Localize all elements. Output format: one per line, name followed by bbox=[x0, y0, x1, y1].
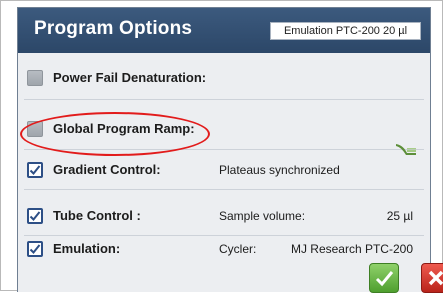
tube-checkbox[interactable] bbox=[27, 208, 43, 224]
x-icon bbox=[428, 270, 443, 286]
checkmark-icon bbox=[375, 271, 394, 287]
option-row-gradient: Gradient Control: Plateaus synchronized bbox=[18, 143, 430, 190]
option-row-power-fail: Power Fail Denaturation: bbox=[18, 53, 430, 100]
checkmark-icon bbox=[29, 244, 41, 254]
ok-button[interactable] bbox=[369, 263, 399, 293]
gradient-label: Gradient Control: bbox=[53, 162, 161, 177]
emulation-checkbox[interactable] bbox=[27, 241, 43, 257]
emulation-badge: Emulation PTC-200 20 µl bbox=[270, 22, 421, 40]
global-ramp-label: Global Program Ramp: bbox=[53, 121, 195, 136]
cycler-value[interactable]: MJ Research PTC-200 bbox=[291, 242, 413, 256]
window-frame: Program Options Emulation PTC-200 20 µl … bbox=[0, 0, 443, 293]
global-ramp-checkbox[interactable] bbox=[27, 121, 43, 137]
cancel-button[interactable] bbox=[421, 263, 443, 293]
option-row-tube: Tube Control : Sample volume: 25 µl bbox=[18, 189, 430, 236]
power-fail-checkbox[interactable] bbox=[27, 70, 43, 86]
sample-volume-label: Sample volume: bbox=[219, 209, 306, 223]
dialog-header: Program Options Emulation PTC-200 20 µl bbox=[18, 8, 430, 53]
gradient-slope-icon[interactable] bbox=[395, 142, 417, 156]
dialog-title: Program Options bbox=[34, 18, 193, 39]
power-fail-label: Power Fail Denaturation: bbox=[53, 70, 207, 85]
gradient-checkbox[interactable] bbox=[27, 162, 43, 178]
checkmark-icon bbox=[29, 165, 41, 175]
cycler-label: Cycler: bbox=[219, 242, 257, 256]
gradient-value[interactable]: Plateaus synchronized bbox=[219, 163, 340, 177]
sample-volume-value[interactable]: 25 µl bbox=[387, 209, 413, 223]
tube-label: Tube Control : bbox=[53, 208, 141, 223]
checkmark-icon bbox=[29, 211, 41, 221]
program-options-dialog: Program Options Emulation PTC-200 20 µl … bbox=[17, 7, 443, 293]
emulation-label: Emulation: bbox=[53, 241, 121, 256]
